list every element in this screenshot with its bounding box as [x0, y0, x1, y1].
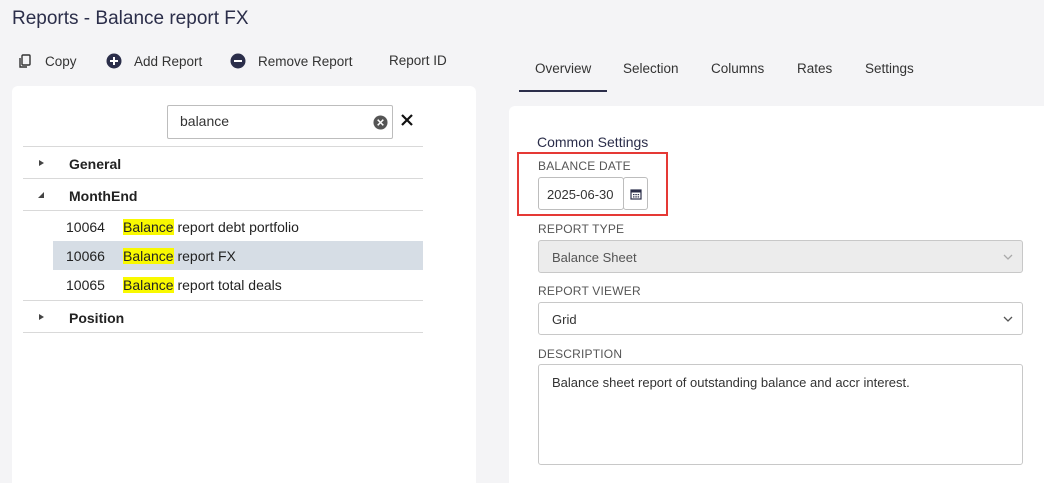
- clear-search-icon[interactable]: [373, 115, 388, 130]
- tab-settings[interactable]: Settings: [865, 61, 914, 76]
- tab-selection[interactable]: Selection: [623, 61, 679, 76]
- report-tree-panel: General MonthEnd 10064 Balance report de…: [12, 86, 476, 483]
- report-viewer-label: REPORT VIEWER: [538, 284, 641, 298]
- add-report-button[interactable]: Add Report: [106, 53, 202, 69]
- group-label: Position: [69, 310, 125, 326]
- report-id: 10065: [66, 277, 105, 293]
- report-viewer-select[interactable]: Grid: [538, 302, 1023, 335]
- description-field[interactable]: Balance sheet report of outstanding bala…: [538, 364, 1023, 465]
- report-name: Balance report total deals: [123, 277, 282, 293]
- copy-label: Copy: [45, 53, 77, 69]
- section-title: Common Settings: [537, 134, 649, 150]
- copy-icon: [19, 54, 31, 68]
- report-id-button[interactable]: Report ID: [389, 53, 447, 68]
- report-name: Balance report debt portfolio: [123, 219, 299, 235]
- close-icon[interactable]: [400, 113, 414, 127]
- search-highlight: Balance: [123, 219, 174, 235]
- report-id-label: Report ID: [389, 53, 447, 68]
- copy-button[interactable]: Copy: [17, 53, 77, 69]
- tree-item-10065[interactable]: 10065 Balance report total deals: [23, 270, 423, 299]
- tree-item-10064[interactable]: 10064 Balance report debt portfolio: [23, 212, 423, 241]
- tree-group-position[interactable]: Position: [23, 301, 423, 333]
- tree-item-10066[interactable]: 10066 Balance report FX: [53, 241, 423, 270]
- report-name-rest: report debt portfolio: [173, 219, 299, 235]
- annotation-highlight-box: [517, 152, 668, 216]
- report-type-select: Balance Sheet: [538, 240, 1023, 273]
- search-box: [167, 105, 393, 139]
- report-name-rest: report total deals: [173, 277, 282, 293]
- report-tree: General MonthEnd 10064 Balance report de…: [23, 146, 423, 333]
- group-label: General: [69, 156, 122, 172]
- tree-arrow-icon: [39, 314, 44, 320]
- search-highlight: Balance: [123, 277, 174, 293]
- report-name-rest: report FX: [173, 248, 236, 264]
- tab-columns[interactable]: Columns: [711, 61, 764, 76]
- add-report-label: Add Report: [134, 53, 203, 69]
- remove-report-label: Remove Report: [258, 53, 353, 69]
- remove-report-button[interactable]: Remove Report: [230, 53, 353, 69]
- report-type-value: Balance Sheet: [552, 250, 637, 265]
- tab-rates[interactable]: Rates: [797, 61, 832, 76]
- description-label: DESCRIPTION: [538, 347, 623, 361]
- report-id: 10066: [66, 248, 105, 264]
- tab-bar: Overview Selection Columns Rates Setting…: [519, 50, 1039, 94]
- plus-circle-icon: [106, 53, 122, 69]
- tree-group-general[interactable]: General: [23, 147, 423, 179]
- tree-group-monthend[interactable]: MonthEnd: [23, 179, 423, 211]
- tree-arrow-icon: [39, 160, 44, 166]
- report-type-label: REPORT TYPE: [538, 222, 625, 236]
- active-tab-indicator: [519, 90, 607, 92]
- chevron-down-icon: [1003, 316, 1013, 322]
- minus-circle-icon: [230, 53, 246, 69]
- page-title: Reports - Balance report FX: [12, 8, 249, 29]
- search-input[interactable]: [180, 113, 360, 129]
- group-label: MonthEnd: [69, 188, 138, 204]
- header: Reports - Balance report FX: [0, 0, 1044, 40]
- search-highlight: Balance: [123, 248, 174, 264]
- tree-arrow-icon: [38, 192, 44, 198]
- chevron-down-icon: [1003, 254, 1013, 260]
- toolbar: Copy Add Report Remove Report Report ID: [0, 50, 500, 78]
- report-viewer-value: Grid: [552, 312, 577, 327]
- report-name: Balance report FX: [123, 248, 236, 264]
- tab-overview[interactable]: Overview: [535, 61, 591, 76]
- report-id: 10064: [66, 219, 105, 235]
